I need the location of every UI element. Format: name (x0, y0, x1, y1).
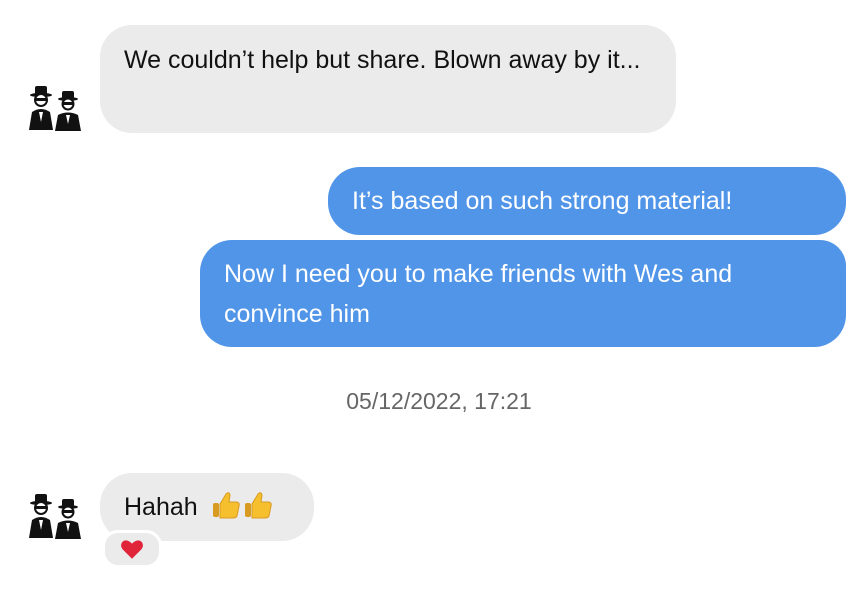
message-timestamp: 05/12/2022, 17:21 (346, 388, 532, 414)
thumbs-up-icon (212, 492, 272, 519)
incoming-message-bubble[interactable]: We couldn’t help but share. Blown away b… (100, 25, 676, 133)
message-reaction[interactable] (102, 530, 162, 568)
red-heart-icon (121, 540, 143, 559)
message-text: We couldn’t help but share. Blown away b… (124, 46, 641, 74)
thumbs-up-emoji (211, 490, 273, 532)
outgoing-message-bubble[interactable]: It’s based on such strong material! (328, 167, 846, 235)
message-text: Hahah (124, 493, 198, 521)
message-text: It’s based on such strong material! (352, 187, 733, 215)
outgoing-message-bubble[interactable]: Now I need you to make friends with Wes … (200, 240, 846, 347)
contact-avatar[interactable] (26, 82, 82, 132)
two-men-in-hats-icon (29, 494, 81, 539)
message-text: Now I need you to make friends with Wes … (224, 260, 733, 328)
contact-avatar[interactable] (26, 490, 82, 540)
two-men-in-hats-icon (29, 86, 81, 131)
